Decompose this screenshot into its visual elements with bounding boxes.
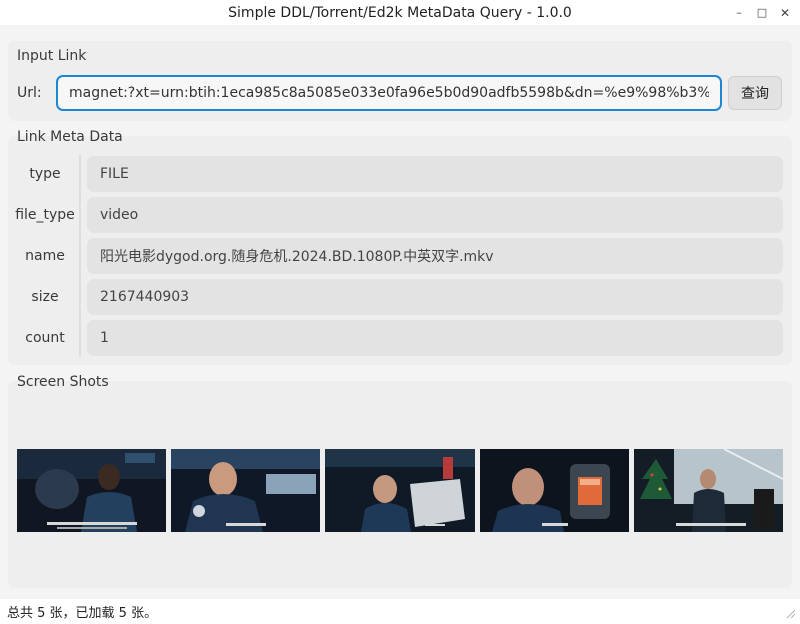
status-bar: 总共 5 张，已加载 5 张。 [0, 599, 800, 624]
meta-key-size: size [31, 289, 59, 305]
maximize-button[interactable]: □ [752, 0, 772, 25]
screenshot-thumbnail-4[interactable] [480, 449, 629, 532]
window-title: Simple DDL/Torrent/Ed2k MetaData Query -… [228, 4, 572, 21]
meta-value-type: FILE [87, 156, 783, 192]
screen-shots-group-title: Screen Shots [17, 374, 109, 390]
meta-value-name: 阳光电影dygod.org.随身危机.2024.BD.1080P.中英双字.mk… [87, 238, 783, 274]
meta-value-size: 2167440903 [87, 279, 783, 315]
screenshot-thumbnail-3[interactable] [325, 449, 475, 532]
meta-key-file-type: file_type [15, 207, 75, 223]
input-link-group-title: Input Link [17, 48, 87, 64]
meta-key-name: name [25, 248, 65, 264]
screenshot-thumbnail-2[interactable] [171, 449, 320, 532]
screenshot-thumbnail-5[interactable] [634, 449, 783, 532]
query-button[interactable]: 查询 [728, 76, 782, 110]
meta-key-type: type [29, 166, 61, 182]
link-meta-group-title: Link Meta Data [17, 129, 123, 145]
title-bar: Simple DDL/Torrent/Ed2k MetaData Query -… [0, 0, 800, 25]
url-label: Url: [17, 85, 42, 101]
meta-value-file-type: video [87, 197, 783, 233]
meta-value-count: 1 [87, 320, 783, 356]
resize-grip-icon[interactable] [784, 607, 796, 619]
close-button[interactable]: ✕ [775, 0, 795, 25]
status-text: 总共 5 张，已加载 5 张。 [7, 606, 158, 621]
url-input[interactable] [56, 75, 722, 111]
minimize-button[interactable]: – [729, 0, 749, 25]
meta-key-count: count [25, 330, 65, 346]
screenshot-thumbnail-1[interactable] [17, 449, 166, 532]
